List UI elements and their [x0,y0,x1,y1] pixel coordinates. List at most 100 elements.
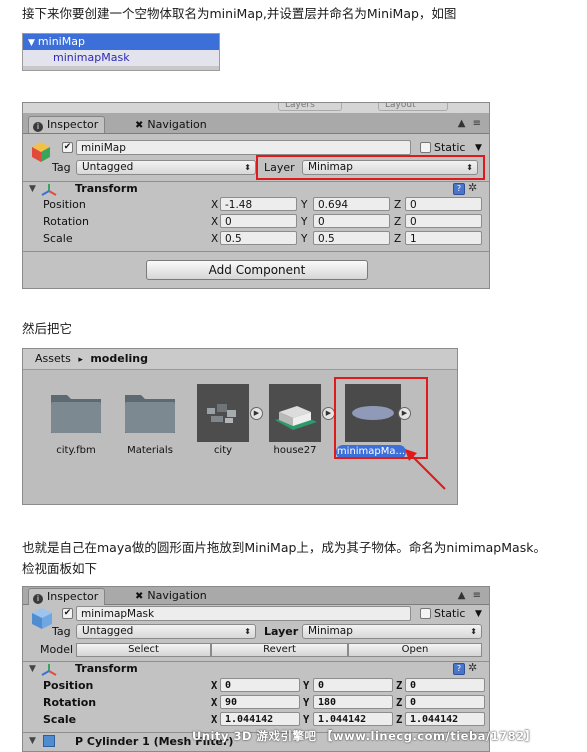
tag-dropdown[interactable]: Untagged ⬍ [76,160,256,175]
navigation-icon: ✖ [135,120,144,131]
tag-dropdown[interactable]: Untagged ⬍ [76,624,256,639]
breadcrumb-modeling[interactable]: modeling [90,352,148,365]
rotation-z-field[interactable]: 0 [405,695,485,709]
object-name-field[interactable]: minimapMask [76,606,411,621]
position-y-field[interactable]: 0 [313,678,393,692]
static-checkbox[interactable] [420,608,431,619]
folder-icon[interactable] [49,389,103,435]
tab-inspector[interactable]: i Inspector [28,116,106,133]
scale-y-field[interactable]: 1.044142 [313,712,393,726]
info-icon: i [33,594,43,604]
foldout-arrow-icon[interactable]: ▼ [29,664,36,674]
rotation-x-field[interactable]: 0 [220,214,297,228]
transform-axis-icon [41,664,57,676]
breadcrumb-assets[interactable]: Assets [35,352,71,365]
play-icon[interactable]: ▶ [250,407,263,420]
position-y-field[interactable]: 0.694 [313,197,390,211]
add-component-button[interactable]: Add Component [146,260,368,280]
asset-label-house27[interactable]: house27 [267,445,323,456]
gear-icon[interactable]: ✲ [468,662,477,674]
dropdown-arrow-icon: ⬍ [470,627,477,636]
layers-dropdown[interactable]: Layers [278,103,342,111]
scale-x-field[interactable]: 1.044142 [220,712,300,726]
asset-label-city-fbm[interactable]: city.fbm [43,445,109,456]
position-x-field[interactable]: 0 [220,678,300,692]
model-open-button[interactable]: Open [348,643,482,657]
scale-label: Scale [43,713,77,726]
breadcrumb-separator: ▸ [78,355,83,365]
y-axis-label: Y [301,199,308,211]
position-label: Position [43,679,94,692]
scale-x-field[interactable]: 0.5 [220,231,297,245]
z-axis-label: Z [394,216,402,228]
position-z-field[interactable]: 0 [405,197,482,211]
y-axis-label: Y [301,233,308,245]
model-revert-button[interactable]: Revert [211,643,348,657]
model-label: Model [40,643,74,656]
x-axis-label: X [211,680,218,692]
static-dropdown-arrow-icon[interactable]: ▼ [475,141,482,155]
asset-label-city[interactable]: city [195,445,251,456]
z-axis-label: Z [394,233,402,245]
scale-y-field[interactable]: 0.5 [313,231,390,245]
position-z-field[interactable]: 0 [405,678,485,692]
city-model-icon [207,404,236,423]
tab-inspector[interactable]: i Inspector [28,588,106,605]
tab-bar: i Inspector ✖ Navigation ▲ ≡ [23,587,489,605]
x-axis-label: X [211,233,219,245]
tag-label: Tag [52,625,71,638]
object-name-field[interactable]: miniMap [76,140,411,155]
transform-title: Transform [75,182,138,195]
active-checkbox[interactable]: ✔ [62,142,73,153]
tab-navigation[interactable]: ✖ Navigation [131,588,213,604]
static-dropdown-arrow-icon[interactable]: ▼ [475,607,482,621]
hierarchy-panel: ▼ miniMap minimapMask [22,33,220,71]
model-select-button[interactable]: Select [76,643,211,657]
scale-z-field[interactable]: 1 [405,231,482,245]
static-checkbox[interactable] [420,142,431,153]
layer-dropdown[interactable]: Minimap ⬍ [302,624,482,639]
asset-label-materials[interactable]: Materials [117,445,183,456]
gear-icon[interactable]: ✲ [468,182,477,194]
folder-icon[interactable] [123,389,177,435]
red-arrow-icon [405,449,446,490]
tab-navigation[interactable]: ✖ Navigation [131,117,213,133]
info-icon: i [33,122,43,132]
project-panel: Assets ▸ modeling city.fbm Materials ▶ c… [22,348,458,505]
rotation-label: Rotation [43,696,97,709]
rotation-y-field[interactable]: 0 [313,214,390,228]
active-checkbox[interactable]: ✔ [62,608,73,619]
dropdown-arrow-icon: ⬍ [244,627,251,636]
foldout-arrow-icon[interactable]: ▼ [29,184,36,194]
panel-menu-icon[interactable]: ▲ ≡ [458,590,483,601]
watermark: Unity 3D 游戏引擎吧 【www.linecg.com/tieba/178… [192,729,537,743]
highlight-box [256,155,485,180]
hierarchy-item-minimap[interactable]: ▼ miniMap [23,34,219,50]
panel-menu-icon[interactable]: ▲ ≡ [458,118,483,129]
foldout-arrow-icon[interactable]: ▼ [29,736,36,746]
paragraph-explain-line1: 也就是自己在maya做的圆形面片拖放到MiniMap上，成为其子物体。命名为ni… [22,540,546,555]
z-axis-label: Z [396,714,403,726]
rotation-x-field[interactable]: 90 [220,695,300,709]
x-axis-label: X [211,216,219,228]
rotation-z-field[interactable]: 0 [405,214,482,228]
city-model-thumbnail[interactable] [197,384,249,442]
position-x-field[interactable]: -1.48 [220,197,297,211]
static-label: Static [434,141,466,154]
help-icon[interactable]: ? [453,663,465,675]
rotation-label: Rotation [43,215,90,228]
mesh-filter-icon [43,735,55,747]
help-icon[interactable]: ? [453,183,465,195]
hierarchy-item-minimapmask[interactable]: minimapMask [23,50,219,66]
rotation-y-field[interactable]: 180 [313,695,393,709]
x-axis-label: X [211,714,218,726]
expand-triangle-icon[interactable]: ▼ [28,35,35,51]
house27-model-thumbnail[interactable] [269,384,321,442]
paragraph-intro: 接下来你要创建一个空物体取名为miniMap,并设置层并命名为MiniMap，如… [22,6,457,21]
layout-dropdown[interactable]: Layout [378,103,448,111]
layer-label: Layer [264,625,299,638]
z-axis-label: Z [394,199,402,211]
scale-z-field[interactable]: 1.044142 [405,712,485,726]
y-axis-label: Y [301,216,308,228]
position-label: Position [43,198,86,211]
